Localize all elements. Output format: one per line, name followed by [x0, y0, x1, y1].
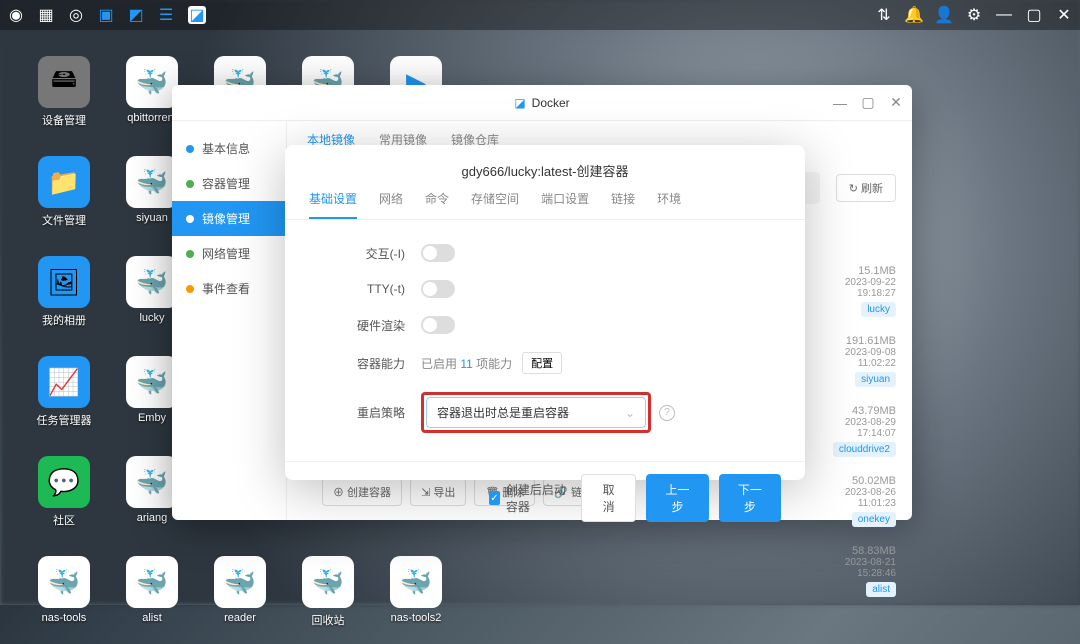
modal-tab-存储空间[interactable]: 存储空间	[471, 190, 519, 219]
maximize-icon[interactable]: ▢	[1026, 7, 1042, 23]
sort-icon[interactable]: ⇅	[876, 7, 892, 23]
desktop-icon-alist[interactable]: 🐳alist	[112, 556, 192, 644]
desktop-icon-nas-tools2[interactable]: 🐳nas-tools2	[376, 556, 456, 644]
hw-toggle[interactable]	[421, 316, 455, 334]
autostart-checkbox[interactable]: ✓ 创建后启动容器	[489, 481, 571, 515]
desktop-icon-设备管理[interactable]: 🖴设备管理	[24, 56, 104, 144]
cancel-button[interactable]: 取 消	[581, 474, 637, 522]
cast-icon[interactable]: ◩	[128, 7, 144, 23]
chevron-down-icon: ⌄	[625, 406, 635, 420]
docker-sidebar: 基本信息容器管理镜像管理网络管理事件查看	[172, 121, 287, 520]
window-titlebar[interactable]: ◪ Docker — ▢ ✕	[172, 85, 912, 121]
grid-icon[interactable]: ▦	[38, 7, 54, 23]
camera-icon[interactable]: ◉	[8, 7, 24, 23]
docker-icon: ◪	[514, 96, 525, 110]
check-icon: ✓	[489, 491, 500, 505]
tty-toggle[interactable]	[421, 280, 455, 298]
image-row[interactable]: 191.61MB2023-09-08 11:02:22siyuan	[810, 335, 896, 387]
restart-value: 容器退出时总是重启容器	[437, 404, 569, 421]
cap-text: 已启用 11 项能力	[421, 355, 512, 372]
bell-icon[interactable]: 🔔	[906, 7, 922, 23]
modal-tab-基础设置[interactable]: 基础设置	[309, 190, 357, 219]
maximize-button[interactable]: ▢	[858, 93, 878, 113]
desktop-icon-文件管理[interactable]: 📁文件管理	[24, 156, 104, 244]
window-title: Docker	[532, 96, 570, 110]
modal-tab-网络[interactable]: 网络	[379, 190, 403, 219]
settings-icon[interactable]: ⚙	[966, 7, 982, 23]
restart-select[interactable]: 容器退出时总是重启容器 ⌄	[426, 397, 646, 428]
user-icon[interactable]: 👤	[936, 7, 952, 23]
system-taskbar: ◉ ▦ ◎ ▣ ◩ ☰ ◪ ⇅ 🔔 👤 ⚙ — ▢ ✕	[0, 0, 1080, 30]
sidebar-item-网络管理[interactable]: 网络管理	[172, 236, 286, 271]
minimize-button[interactable]: —	[830, 93, 850, 113]
modal-tab-命令[interactable]: 命令	[425, 190, 449, 219]
create-container-modal: gdy666/lucky:latest-创建容器 基础设置网络命令存储空间端口设…	[285, 145, 805, 480]
interact-label: 交互(-I)	[325, 245, 405, 262]
desktop-icon-社区[interactable]: 💬社区	[24, 456, 104, 544]
modal-tab-环境[interactable]: 环境	[657, 190, 681, 219]
sidebar-item-容器管理[interactable]: 容器管理	[172, 166, 286, 201]
desktop-icon-回收站[interactable]: 🐳回收站	[288, 556, 368, 644]
hw-label: 硬件渲染	[325, 317, 405, 334]
tty-label: TTY(-t)	[325, 282, 405, 296]
modal-tab-端口设置[interactable]: 端口设置	[541, 190, 589, 219]
close-button[interactable]: ✕	[886, 93, 906, 113]
desktop-icon-nas-tools[interactable]: 🐳nas-tools	[24, 556, 104, 644]
image-row[interactable]: 15.1MB2023-09-22 19:18:27lucky	[810, 265, 896, 317]
desktop-icon-我的相册[interactable]: 🖼我的相册	[24, 256, 104, 344]
restart-label: 重启策略	[325, 404, 405, 421]
cap-config-button[interactable]: 配置	[522, 352, 562, 374]
close-icon[interactable]: ✕	[1056, 7, 1072, 23]
refresh-button[interactable]: ↻ 刷新	[836, 174, 896, 202]
radio-icon[interactable]: ☰	[158, 7, 174, 23]
image-row[interactable]: 50.02MB2023-08-26 11:01:23onekey	[810, 475, 896, 527]
desktop-icon-reader[interactable]: 🐳reader	[200, 556, 280, 644]
docker-taskbar-icon[interactable]: ◪	[188, 6, 206, 24]
modal-title: gdy666/lucky:latest-创建容器	[285, 145, 805, 190]
modal-tab-链接[interactable]: 链接	[611, 190, 635, 219]
sidebar-item-镜像管理[interactable]: 镜像管理	[172, 201, 286, 236]
restart-highlight-box: 容器退出时总是重启容器 ⌄	[421, 392, 651, 433]
next-button[interactable]: 下一步	[719, 474, 781, 522]
interact-toggle[interactable]	[421, 244, 455, 262]
cap-label: 容器能力	[325, 355, 405, 372]
sidebar-item-基本信息[interactable]: 基本信息	[172, 131, 286, 166]
sidebar-item-事件查看[interactable]: 事件查看	[172, 271, 286, 306]
prev-button[interactable]: 上一步	[646, 474, 708, 522]
desktop-icon-任务管理器[interactable]: 📈任务管理器	[24, 356, 104, 444]
minimize-icon[interactable]: —	[996, 7, 1012, 23]
help-icon[interactable]: ?	[659, 405, 675, 421]
monitor-icon[interactable]: ▣	[98, 7, 114, 23]
image-row[interactable]: 58.83MB2023-08-21 15:28:46alist	[810, 545, 896, 597]
square-icon[interactable]: ◎	[68, 7, 84, 23]
image-row[interactable]: 43.79MB2023-08-29 17:14:07clouddrive2	[810, 405, 896, 457]
